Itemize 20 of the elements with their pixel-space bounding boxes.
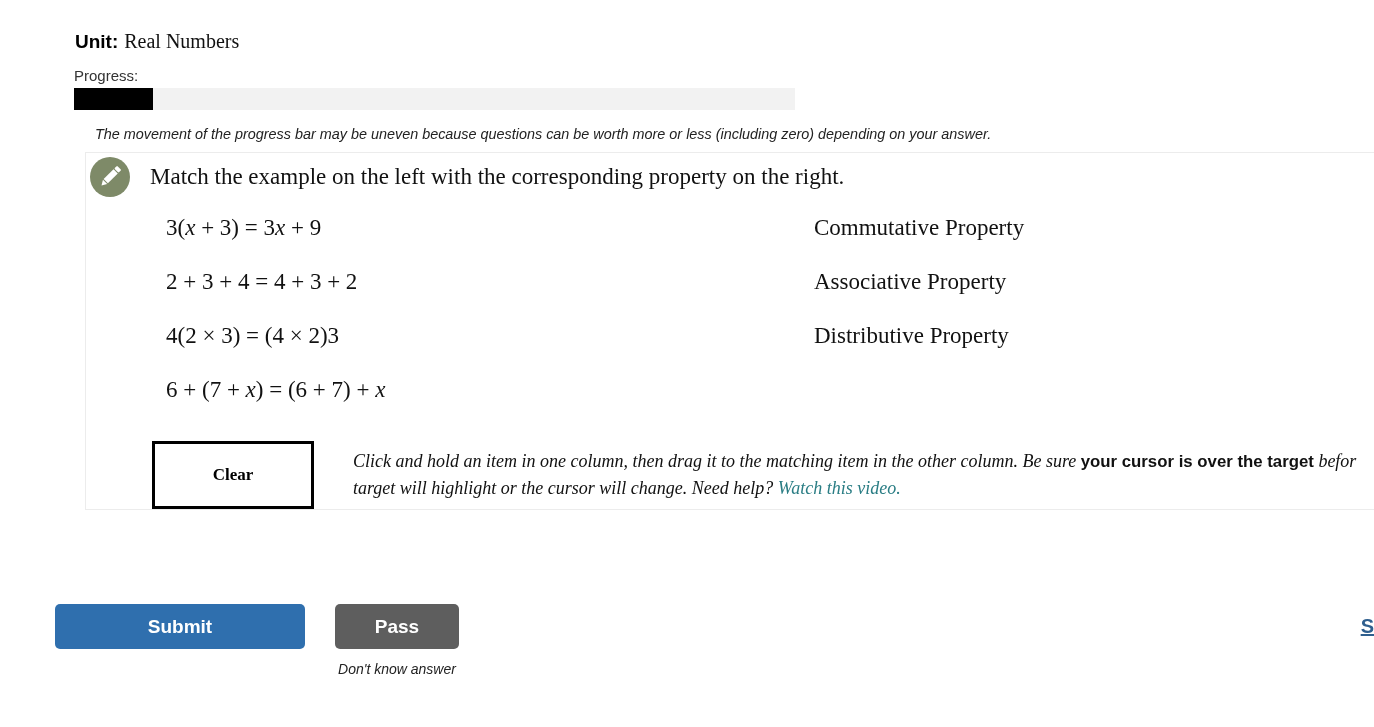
footer-link[interactable]: S: [1360, 604, 1374, 649]
example-item[interactable]: 6 + (7 + x) = (6 + 7) + x: [166, 363, 386, 417]
pencil-icon: [90, 157, 130, 197]
unit-label: Unit:: [75, 31, 119, 53]
question-prompt: Match the example on the left with the corresponding property on the right.: [150, 163, 845, 191]
clear-button[interactable]: Clear: [152, 441, 314, 509]
example-item[interactable]: 3(x + 3) = 3x + 9: [166, 201, 322, 255]
submit-button[interactable]: Submit: [55, 604, 305, 649]
example-item[interactable]: 4(2 × 3) = (4 × 2)3: [166, 309, 340, 363]
progress-label: Progress:: [74, 67, 139, 85]
property-item[interactable]: Associative Property: [814, 255, 1007, 309]
property-item[interactable]: Commutative Property: [814, 201, 1025, 255]
example-item[interactable]: 2 + 3 + 4 = 4 + 3 + 2: [166, 255, 358, 309]
pass-button[interactable]: Pass: [335, 604, 459, 649]
instruction-text: Click and hold an item in one column, then drag it to the matching item in the other column. Be sure your cursor is over the target befor target will highlight or the cursor will change. Need help? Watch this video.: [353, 450, 1357, 500]
unit-title: Real Numbers: [124, 30, 240, 53]
property-item[interactable]: Distributive Property: [814, 309, 1009, 363]
pass-hint: Don't know answer: [338, 661, 456, 677]
progress-note: The movement of the progress bar may be uneven because questions can be worth more or less (including zero) depending on your answer.: [95, 126, 992, 142]
watch-video-link[interactable]: Watch this video.: [777, 478, 901, 498]
